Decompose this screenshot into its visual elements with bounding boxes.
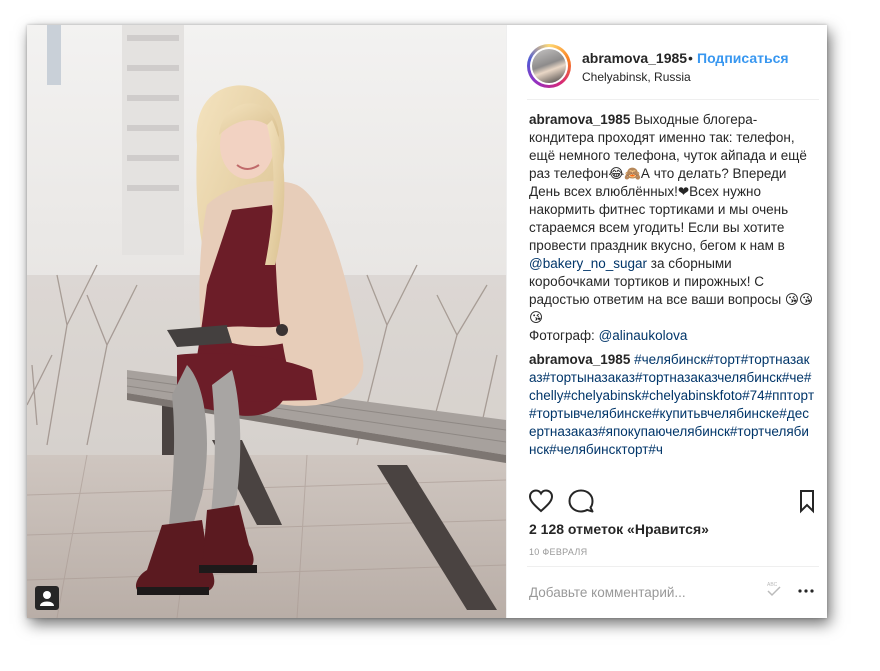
location-link[interactable]: Chelyabinsk, Russia <box>582 70 691 84</box>
caption-username[interactable]: abramova_1985 <box>529 112 630 127</box>
post-date[interactable]: 10 февраля <box>529 547 587 557</box>
photo-illustration <box>27 25 506 618</box>
caption-text-1: Выходные блогера-кондитера проходят имен… <box>529 112 807 253</box>
comment-input[interactable] <box>527 581 771 603</box>
post-photo[interactable] <box>27 25 506 618</box>
post-header: abramova_1985 • Подписаться Chelyabinsk,… <box>527 33 819 100</box>
follow-button[interactable]: Подписаться <box>697 50 789 66</box>
heart-icon[interactable] <box>527 487 555 515</box>
photo-credit-label: Фотограф: <box>529 328 595 343</box>
spellcheck-icon: ABC <box>765 579 783 597</box>
mention-link-bakery[interactable]: @bakery_no_sugar <box>529 256 647 271</box>
tagged-user-icon[interactable] <box>35 586 59 610</box>
svg-text:ABC: ABC <box>767 582 778 588</box>
hashtag-comment: abramova_1985 #челябинск#торт#тортназака… <box>529 351 815 459</box>
comments-list[interactable]: abramova_1985 Выходные блогера-кондитера… <box>529 111 815 479</box>
likes-count[interactable]: 2 128 отметок «Нравится» <box>529 521 709 537</box>
caption-comment: abramova_1985 Выходные блогера-кондитера… <box>529 111 815 345</box>
hashtag-comment-username[interactable]: abramova_1985 <box>529 352 630 367</box>
hashtag-links[interactable]: #челябинск#торт#тортназаказ#тортыназаказ… <box>529 352 814 457</box>
bookmark-icon[interactable] <box>793 487 821 515</box>
instagram-post: abramova_1985 • Подписаться Chelyabinsk,… <box>27 25 827 618</box>
comment-bubble-icon[interactable] <box>567 487 595 515</box>
action-bar <box>527 487 819 515</box>
header-username[interactable]: abramova_1985 <box>582 50 687 66</box>
comment-form: ABC <box>527 566 819 618</box>
mention-link-photographer[interactable]: @alinaukolova <box>599 328 688 343</box>
avatar[interactable] <box>527 44 571 88</box>
post-sidebar: abramova_1985 • Подписаться Chelyabinsk,… <box>506 25 827 618</box>
header-separator: • <box>688 50 693 66</box>
more-options-icon[interactable] <box>797 584 815 596</box>
